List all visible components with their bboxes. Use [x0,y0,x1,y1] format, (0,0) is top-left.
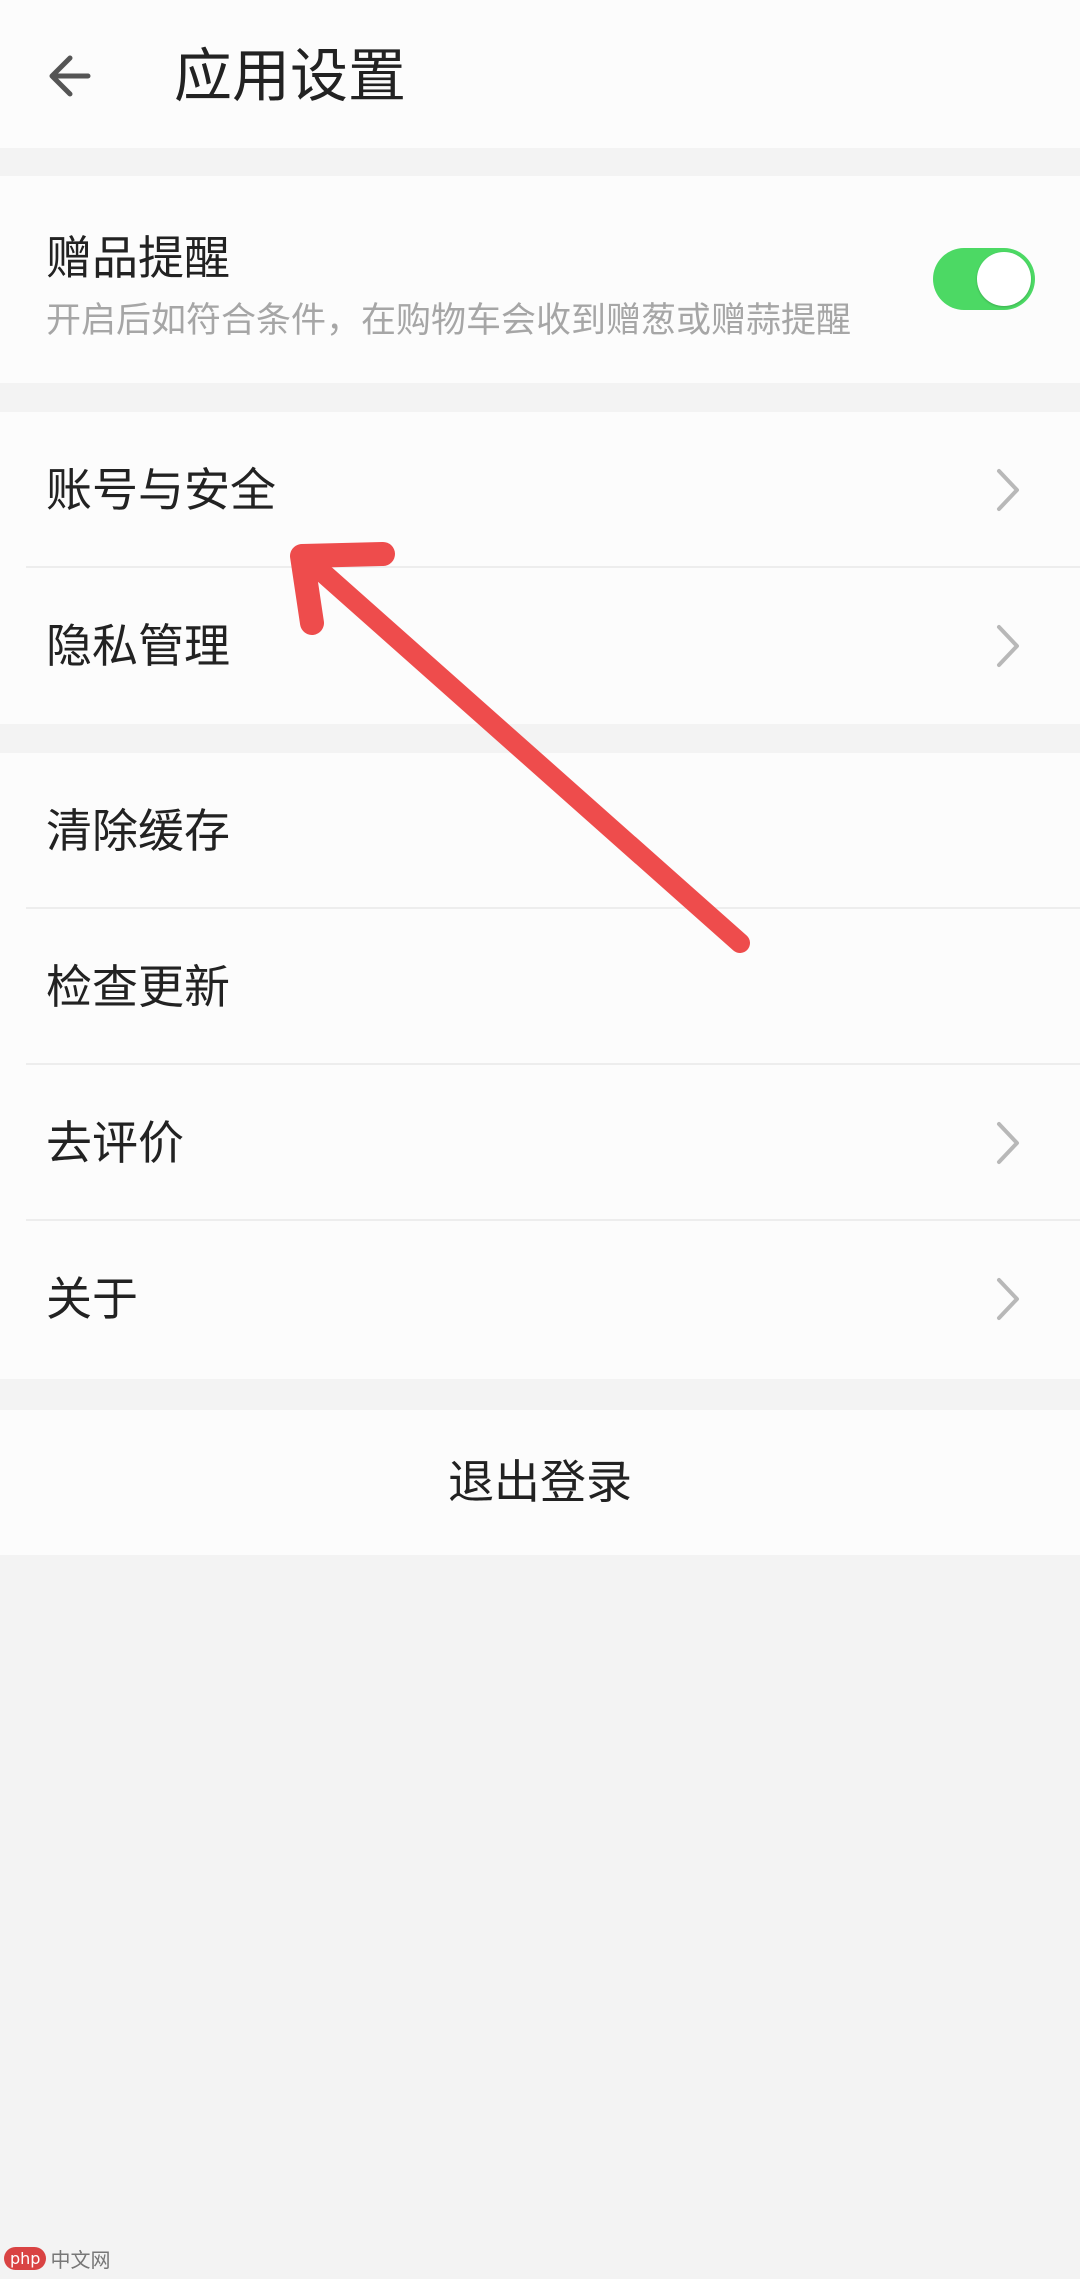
settings-item-account-security[interactable]: 账号与安全 [0,412,1080,568]
chevron-right-icon [978,616,1038,676]
chevron-right-icon [978,1269,1038,1329]
account-group: 账号与安全 隐私管理 [0,412,1080,724]
top-app-bar: 应用设置 [0,0,1080,148]
settings-item-check-update[interactable]: 检查更新 [0,909,1080,1065]
settings-item-label: 去评价 [46,1116,184,1170]
settings-item-label: 清除缓存 [46,804,230,858]
gift-reminder-row: 赠品提醒 开启后如符合条件，在购物车会收到赠葱或赠蒜提醒 [0,176,1080,383]
logout-button[interactable]: 退出登录 [0,1410,1080,1555]
watermark: php 中文网 [4,2244,110,2273]
settings-item-privacy[interactable]: 隐私管理 [0,568,1080,724]
settings-item-about[interactable]: 关于 [0,1221,1080,1377]
back-button[interactable] [30,36,110,116]
watermark-text: 中文网 [50,2248,111,2272]
settings-item-clear-cache[interactable]: 清除缓存 [0,753,1080,909]
watermark-badge: php [4,2247,47,2270]
chevron-right-icon [978,460,1038,520]
gift-reminder-description: 开启后如符合条件，在购物车会收到赠葱或赠蒜提醒 [46,301,852,341]
gift-reminder-group: 赠品提醒 开启后如符合条件，在购物车会收到赠葱或赠蒜提醒 [0,176,1080,383]
chevron-right-icon [978,1113,1038,1173]
settings-item-label: 检查更新 [46,960,230,1014]
general-group: 清除缓存 检查更新 去评价 关于 [0,753,1080,1379]
settings-item-label: 关于 [46,1272,138,1326]
gift-reminder-title: 赠品提醒 [46,231,230,285]
gift-reminder-toggle[interactable] [933,248,1035,310]
arrow-left-icon [49,55,91,97]
settings-item-label: 账号与安全 [46,463,276,517]
page-title: 应用设置 [174,42,407,110]
settings-item-label: 隐私管理 [46,619,230,673]
toggle-knob [977,252,1031,306]
settings-item-rate[interactable]: 去评价 [0,1065,1080,1221]
